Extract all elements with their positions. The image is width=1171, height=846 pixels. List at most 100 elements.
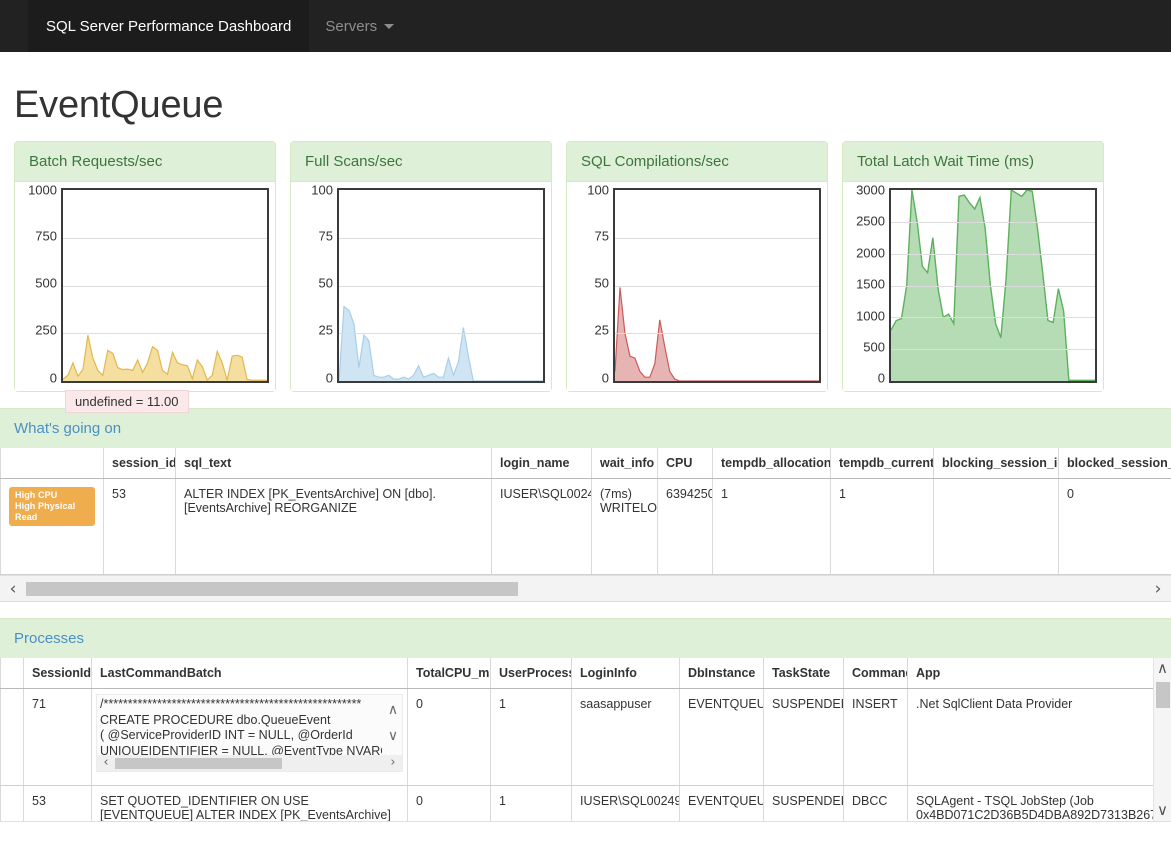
chart-panel-full-scans: Full Scans/sec 100 75 50 25 0: [290, 141, 552, 392]
y-tick: 75: [319, 229, 333, 244]
nav-menu-servers[interactable]: Servers: [309, 0, 410, 52]
y-axis-full-scans: 100 75 50 25 0: [297, 188, 337, 383]
col-app[interactable]: App: [908, 658, 1154, 689]
chart-full-scans: 100 75 50 25 0: [297, 188, 545, 383]
cell-userprocess: 1: [491, 689, 572, 786]
cell-logininfo: IUSER\SQL00249: [572, 786, 680, 822]
chart-panel-sql-compilations: SQL Compilations/sec 100 75 50 25 0: [566, 141, 828, 392]
cell-scroll-down-icon[interactable]: ∨: [388, 729, 398, 745]
cell-scroll-right-icon[interactable]: ›: [384, 755, 402, 771]
chart-title-sql-compilations: SQL Compilations/sec: [567, 142, 827, 182]
col-blocked-session-count[interactable]: blocked_session_c: [1059, 448, 1171, 479]
col-lastcommandbatch[interactable]: LastCommandBatch: [92, 658, 408, 689]
col-session-id[interactable]: session_id: [104, 448, 176, 479]
table-row[interactable]: 53 SET QUOTED_IDENTIFIER ON USE [EVENTQU…: [1, 786, 1154, 822]
nav-menu-servers-label: Servers: [325, 18, 377, 35]
col-dbinstance[interactable]: DbInstance: [680, 658, 764, 689]
scroll-up-icon[interactable]: ∧: [1157, 661, 1168, 676]
y-tick: 250: [35, 323, 57, 338]
cell-tempdb-current: 1: [831, 479, 934, 575]
col-sessionid[interactable]: SessionId: [24, 658, 92, 689]
col-login-name[interactable]: login_name: [492, 448, 592, 479]
y-tick: 1000: [856, 309, 885, 324]
y-tick: 0: [50, 371, 57, 386]
lastcommandbatch-text: /***************************************…: [97, 695, 402, 761]
y-tick: 750: [35, 229, 57, 244]
cell-scroll-left-icon[interactable]: ‹: [97, 755, 115, 771]
processes-vscrollbar[interactable]: ∧ ∨: [1153, 658, 1171, 821]
chart-panel-latch-wait: Total Latch Wait Time (ms) 3000 2500 200…: [842, 141, 1104, 392]
cell-row-select[interactable]: [1, 689, 24, 786]
y-tick: 2000: [856, 246, 885, 261]
scroll-left-icon[interactable]: ‹: [0, 579, 26, 599]
cell-taskstate: SUSPENDED: [764, 689, 844, 786]
cell-sql-text: ALTER INDEX [PK_EventsArchive] ON [dbo].…: [176, 479, 492, 575]
cell-alerts: High CPU High Physical Read: [1, 479, 104, 575]
nav-tab-dashboard-label: SQL Server Performance Dashboard: [46, 18, 291, 35]
plot-sql-compilations: [613, 188, 821, 383]
processes-table: SessionId LastCommandBatch TotalCPU_ms U…: [0, 658, 1154, 821]
cell-wait-info: (7ms) WRITELOG: [592, 479, 658, 575]
table-header-row: SessionId LastCommandBatch TotalCPU_ms U…: [1, 658, 1154, 689]
col-tempdb-current[interactable]: tempdb_current: [831, 448, 934, 479]
batch-line: CREATE PROCEDURE dbo.QueueEvent: [100, 713, 382, 729]
y-tick: 3000: [856, 183, 885, 198]
cell-hscroll-track[interactable]: [115, 758, 384, 769]
y-tick: 50: [319, 276, 333, 291]
col-taskstate[interactable]: TaskState: [764, 658, 844, 689]
col-alerts[interactable]: [1, 448, 104, 479]
cell-row-select[interactable]: [1, 786, 24, 822]
hscroll-track[interactable]: [26, 582, 1145, 596]
cell-lastcommandbatch: /***************************************…: [92, 689, 408, 786]
hscroll-thumb[interactable]: [26, 582, 518, 596]
status-badge-line2: High Physical Read: [15, 501, 75, 522]
y-tick: 2500: [856, 214, 885, 229]
chart-tooltip: undefined = 11.00: [65, 390, 189, 413]
col-blocking-session-id[interactable]: blocking_session_id: [934, 448, 1059, 479]
col-sql-text[interactable]: sql_text: [176, 448, 492, 479]
col-tempdb-allocations[interactable]: tempdb_allocations: [713, 448, 831, 479]
y-tick: 0: [326, 371, 333, 386]
plot-latch-wait: [889, 188, 1097, 383]
y-tick: 0: [878, 371, 885, 386]
col-wait-info[interactable]: wait_info: [592, 448, 658, 479]
chart-panel-batch-requests: Batch Requests/sec 1000 750 500 250 0: [14, 141, 276, 392]
cell-app: SQLAgent - TSQL JobStep (Job 0x4BD071C2D…: [908, 786, 1154, 822]
whats-going-on-table-wrap: session_id sql_text login_name wait_info…: [0, 448, 1171, 575]
chart-title-latch-wait: Total Latch Wait Time (ms): [843, 142, 1103, 182]
top-navbar: SQL Server Performance Dashboard Servers: [0, 0, 1171, 52]
cell-hscrollbar[interactable]: ‹ ›: [97, 755, 402, 771]
col-cpu[interactable]: CPU: [658, 448, 713, 479]
cell-dbinstance: EVENTQUEUE: [680, 689, 764, 786]
cell-sessionid: 71: [24, 689, 92, 786]
whats-going-on-hscrollbar[interactable]: ‹ ›: [0, 575, 1171, 601]
nav-tab-dashboard[interactable]: SQL Server Performance Dashboard: [28, 0, 309, 52]
cell-logininfo: saasappuser: [572, 689, 680, 786]
chart-sql-compilations: 100 75 50 25 0: [573, 188, 821, 383]
col-row-select[interactable]: [1, 658, 24, 689]
y-axis-batch-requests: 1000 750 500 250 0: [21, 188, 61, 383]
cell-vscrollbar[interactable]: ∧ ∨: [384, 695, 402, 755]
cell-lastcommandbatch: SET QUOTED_IDENTIFIER ON USE [EVENTQUEUE…: [92, 786, 408, 822]
cell-hscroll-thumb[interactable]: [115, 758, 282, 769]
status-badge: High CPU High Physical Read: [9, 487, 95, 526]
lastcommandbatch-textbox[interactable]: /***************************************…: [96, 694, 403, 772]
vscroll-thumb[interactable]: [1156, 682, 1170, 708]
col-totalcpu-ms[interactable]: TotalCPU_ms: [408, 658, 491, 689]
col-userprocess[interactable]: UserProcess: [491, 658, 572, 689]
status-badge-line1: High CPU: [15, 490, 57, 500]
table-row[interactable]: 71 /************************************…: [1, 689, 1154, 786]
cell-taskstate: SUSPENDED: [764, 786, 844, 822]
cell-tempdb-allocations: 1: [713, 479, 831, 575]
scroll-down-icon[interactable]: ∨: [1157, 803, 1168, 818]
plot-batch-requests: [61, 188, 269, 383]
table-row[interactable]: High CPU High Physical Read 53 ALTER IND…: [1, 479, 1171, 575]
col-command[interactable]: Command: [844, 658, 908, 689]
col-logininfo[interactable]: LoginInfo: [572, 658, 680, 689]
whats-going-on-heading: What's going on: [0, 409, 1171, 448]
cell-sessionid: 53: [24, 786, 92, 822]
cell-scroll-up-icon[interactable]: ∧: [388, 703, 398, 719]
scroll-right-icon[interactable]: ›: [1145, 579, 1171, 599]
chart-title-full-scans: Full Scans/sec: [291, 142, 551, 182]
y-tick: 500: [863, 340, 885, 355]
